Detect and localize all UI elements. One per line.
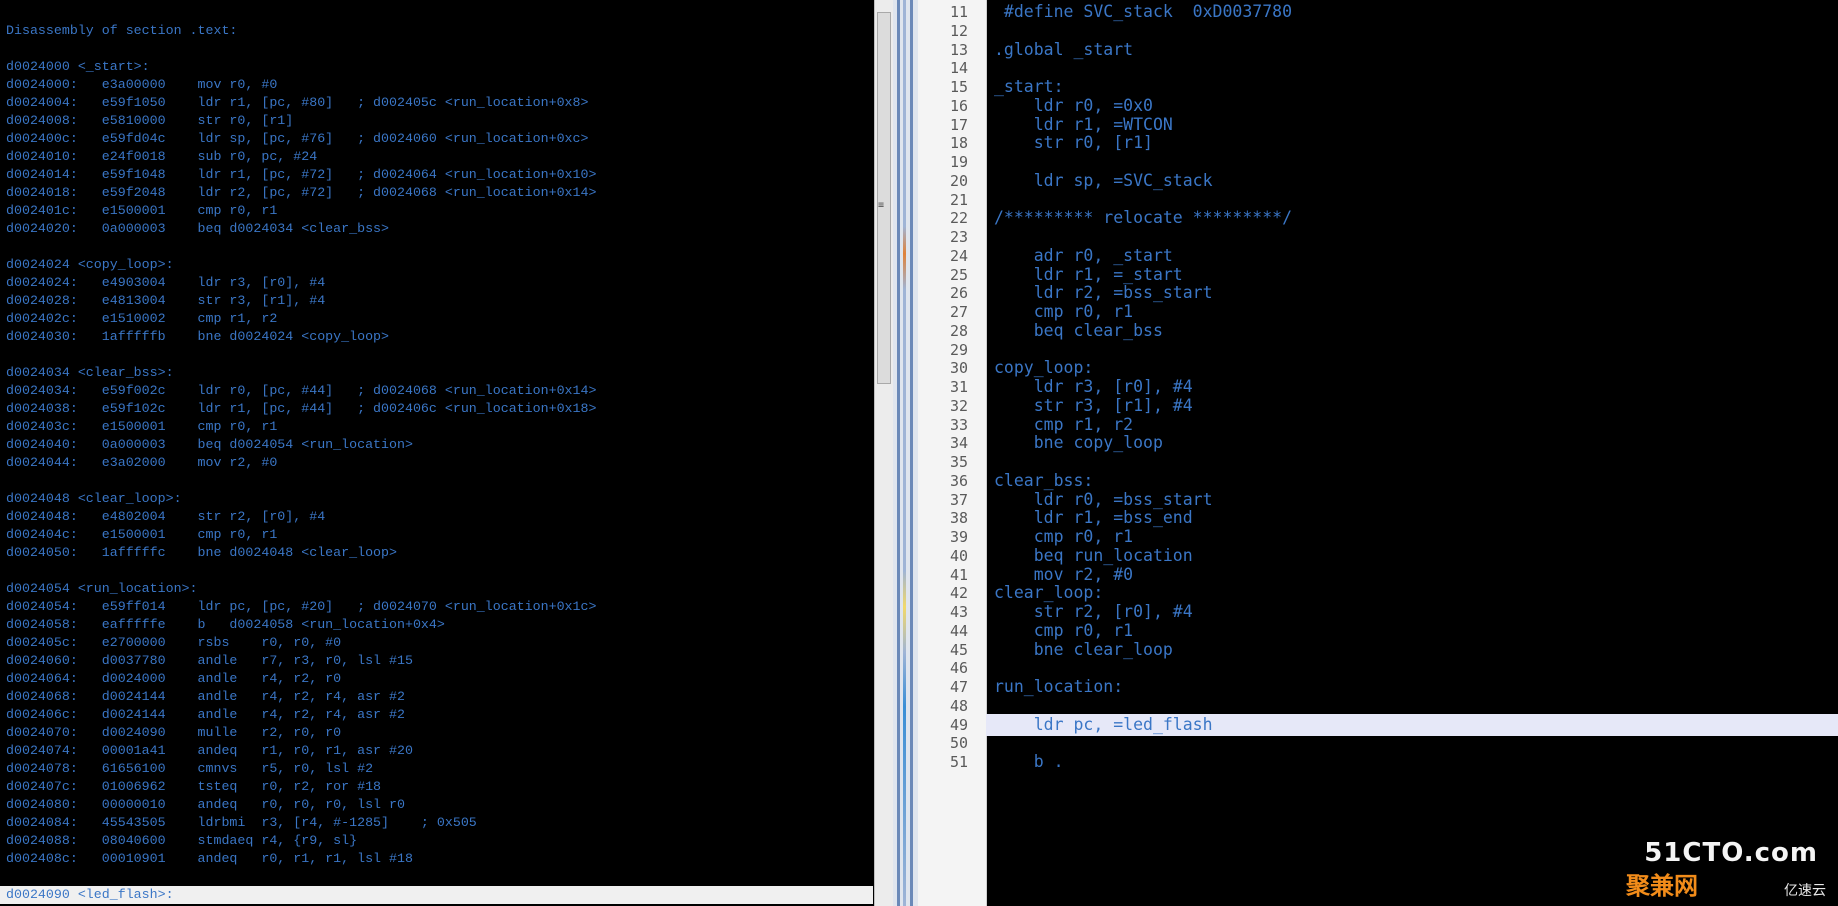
disassembly-line: d0024048: e4802004 str r2, [r0], #4: [6, 509, 326, 524]
disassembly-line: d0024034: e59f002c ldr r0, [pc, #44] ; d…: [6, 383, 597, 398]
disassembly-line: d0024054: e59ff014 ldr pc, [pc, #20] ; d…: [6, 599, 597, 614]
disassembly-line: d0024014: e59f1048 ldr r1, [pc, #72] ; d…: [6, 167, 597, 182]
splitter-rail: [910, 0, 913, 906]
disassembly-line: d0024034 <clear_bss>:: [6, 365, 174, 380]
disassembly-text: Disassembly of section .text: d0024000 <_…: [0, 22, 873, 904]
disassembly-line: [6, 472, 869, 490]
disassembly-line: d002403c: e1500001 cmp r0, r1: [6, 419, 278, 434]
disassembly-line: d0024064: d0024000 andle r4, r2, r0: [6, 671, 342, 686]
source-editor[interactable]: 11 12 13 14 15 16 17 18 19 20 21 22 23 24 25 26 27 28 29 30…: [918, 0, 1838, 906]
disassembly-scrollbar[interactable]: ≡: [874, 0, 893, 906]
disassembly-line: d0024028: e4813004 str r3, [r1], #4: [6, 293, 326, 308]
disassembly-line: d0024024: e4903004 ldr r3, [r0], #4: [6, 275, 326, 290]
line-number-gutter: 11 12 13 14 15 16 17 18 19 20 21 22 23 24 25 26 27 28 29 30…: [918, 0, 987, 906]
disassembly-line: d0024068: d0024144 andle r4, r2, r4, asr…: [6, 689, 405, 704]
disassembly-line: d0024040: 0a000003 beq d0024054 <run_loc…: [6, 437, 413, 452]
disassembly-line: d0024080: 00000010 andeq r0, r0, r0, lsl…: [6, 797, 405, 812]
disassembly-line: d0024018: e59f2048 ldr r2, [pc, #72] ; d…: [6, 185, 597, 200]
disassembly-line: [6, 562, 869, 580]
disassembly-pane[interactable]: Disassembly of section .text: d0024000 <_…: [0, 0, 873, 906]
splitter-marker-rail: [903, 0, 906, 906]
source-line[interactable]: b .: [986, 751, 1838, 773]
disassembly-line: d0024000 <_start>:: [6, 59, 150, 74]
disassembly-line: [6, 868, 869, 886]
watermark-brand: 亿速云: [1784, 883, 1826, 899]
disassembly-line: d002407c: 01006962 tsteq r0, r2, ror #18: [6, 779, 382, 794]
splitter-rail: [897, 0, 900, 906]
disassembly-line: d002404c: e1500001 cmp r0, r1: [6, 527, 278, 542]
disassembly-line: d0024090 <led_flash>:: [0, 886, 873, 904]
disassembly-line: d0024058: eafffffe b d0024058 <run_locat…: [6, 617, 445, 632]
watermark-site: 51CTO.com: [1644, 838, 1818, 868]
disassembly-line: d0024054 <run_location>:: [6, 581, 198, 596]
scrollbar-grip-icon: ≡: [878, 200, 885, 211]
disassembly-line: d0024088: 08040600 stmdaeq r4, {r9, sl}: [6, 833, 358, 848]
disassembly-line: d0024048 <clear_loop>:: [6, 491, 182, 506]
disassembly-line: d002402c: e1510002 cmp r1, r2: [6, 311, 278, 326]
disassembly-line: d0024008: e5810000 str r0, [r1]: [6, 113, 294, 128]
disassembly-line: d0024078: 61656100 cmnvs r5, r0, lsl #2: [6, 761, 374, 776]
disassembly-line: d0024050: 1afffffc bne d0024048 <clear_l…: [6, 545, 397, 560]
disassembly-line: d0024004: e59f1050 ldr r1, [pc, #80] ; d…: [6, 95, 589, 110]
scrollbar-thumb[interactable]: [877, 12, 891, 384]
watermark-cn: 聚兼网: [1626, 872, 1698, 900]
disassembly-line: d0024030: 1afffffb bne d0024024 <copy_lo…: [6, 329, 390, 344]
disassembly-line: [6, 238, 869, 256]
disassembly-line: d0024070: d0024090 mulle r2, r0, r0: [6, 725, 342, 740]
disassembly-line: d0024060: d0037780 andle r7, r3, r0, lsl…: [6, 653, 413, 668]
pane-splitter[interactable]: [893, 0, 918, 906]
disassembly-line: d002401c: e1500001 cmp r0, r1: [6, 203, 278, 218]
disassembly-line: d0024084: 45543505 ldrbmi r3, [r4, #-128…: [6, 815, 477, 830]
disassembly-line: d0024074: 00001a41 andeq r1, r0, r1, asr…: [6, 743, 413, 758]
disassembly-line: d002408c: 00010901 andeq r0, r1, r1, lsl…: [6, 851, 413, 866]
disassembly-line: d0024000: e3a00000 mov r0, #0: [6, 77, 278, 92]
disassembly-line: d002405c: e2700000 rsbs r0, r0, #0: [6, 635, 342, 650]
disassembly-line: d0024020: 0a000003 beq d0024034 <clear_b…: [6, 221, 390, 236]
disassembly-line: [6, 40, 869, 58]
disassembly-line: Disassembly of section .text:: [6, 23, 238, 38]
disassembly-line: d0024010: e24f0018 sub r0, pc, #24: [6, 149, 318, 164]
disassembly-line: d0024038: e59f102c ldr r1, [pc, #44] ; d…: [6, 401, 597, 416]
disassembly-line: [6, 346, 869, 364]
disassembly-line: d0024024 <copy_loop>:: [6, 257, 174, 272]
disassembly-line: d002400c: e59fd04c ldr sp, [pc, #76] ; d…: [6, 131, 589, 146]
disassembly-line: d002406c: d0024144 andle r4, r2, r4, asr…: [6, 707, 405, 722]
disassembly-line: d0024044: e3a02000 mov r2, #0: [6, 455, 278, 470]
line-number: 51: [949, 753, 968, 771]
